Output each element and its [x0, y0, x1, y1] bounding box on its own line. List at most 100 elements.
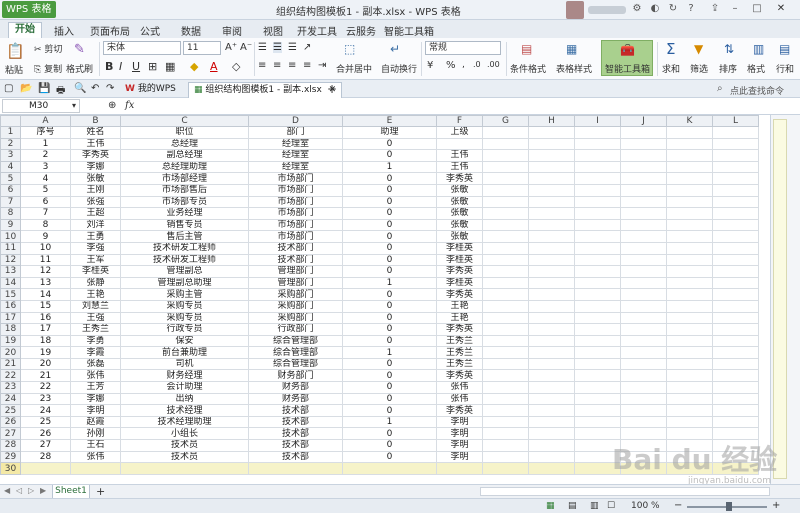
cell[interactable] — [482, 160, 529, 174]
comma-icon[interactable]: , — [462, 60, 465, 70]
cell[interactable] — [20, 462, 71, 475]
column-header[interactable]: L — [712, 115, 759, 127]
cell[interactable]: 综合管理部 — [248, 357, 343, 371]
cell[interactable]: 张敏 — [436, 207, 483, 220]
cell[interactable]: 李桂英 — [436, 241, 483, 255]
table-style-icon[interactable]: ▦ — [566, 42, 577, 56]
cell[interactable]: 0 — [342, 230, 437, 243]
cell[interactable] — [666, 323, 713, 336]
cell[interactable]: 李勇 — [70, 334, 121, 348]
cell[interactable] — [482, 415, 529, 429]
cell[interactable] — [528, 450, 575, 464]
cell[interactable] — [666, 126, 713, 139]
brush-icon[interactable]: ✎ — [74, 42, 85, 57]
cell[interactable]: 0 — [342, 299, 437, 313]
cell[interactable] — [620, 334, 667, 348]
cell[interactable]: 总经理 — [120, 137, 249, 151]
sum-button[interactable]: 求和 — [662, 62, 680, 75]
spreadsheet-grid[interactable]: A B C D E F G H I J K L 1 序号 姓名 职位 部门 助理 上级 2 1 王伟 总经理 经理室 0 3 2 李秀… — [0, 115, 770, 484]
cell[interactable] — [482, 369, 529, 383]
cell[interactable]: 上级 — [436, 126, 483, 139]
cell[interactable]: 王艳 — [70, 288, 121, 301]
format-painter-button[interactable]: 格式刷 — [66, 62, 93, 75]
cell[interactable]: 0 — [342, 439, 437, 452]
cell[interactable] — [574, 149, 621, 162]
cell[interactable]: 李霞 — [70, 346, 121, 359]
cell[interactable] — [120, 462, 249, 475]
page-layout-icon[interactable]: ▤ — [568, 501, 577, 511]
cell[interactable]: 张磊 — [70, 357, 121, 371]
cell[interactable]: 财务部 — [248, 381, 343, 394]
cell[interactable]: 王伟 — [436, 149, 483, 162]
cell[interactable] — [666, 230, 713, 243]
cell[interactable]: 1 — [20, 137, 71, 151]
row-header[interactable]: 25 — [0, 404, 21, 417]
cell[interactable]: 副总经理 — [120, 149, 249, 162]
column-header[interactable]: K — [666, 115, 713, 127]
cell[interactable]: 李秀英 — [436, 369, 483, 383]
cell[interactable]: 张敏 — [436, 183, 483, 197]
cell[interactable]: 王伟 — [436, 160, 483, 174]
cell[interactable]: 采购部门 — [248, 288, 343, 301]
cell[interactable]: 张敏 — [436, 195, 483, 209]
align-center-icon[interactable]: ≡ — [273, 60, 281, 71]
cell[interactable] — [482, 404, 529, 417]
skin-icon[interactable]: ◐ — [648, 2, 662, 16]
column-header[interactable]: J — [620, 115, 667, 127]
cell[interactable]: 19 — [20, 346, 71, 359]
cell[interactable] — [482, 137, 529, 151]
tab-developer[interactable]: 开发工具 — [297, 23, 337, 38]
cell[interactable] — [482, 299, 529, 313]
row-header[interactable]: 10 — [0, 230, 21, 243]
align-middle-icon[interactable]: ☰ — [273, 42, 282, 53]
row-header[interactable]: 5 — [0, 172, 21, 185]
cell[interactable] — [666, 218, 713, 232]
cell[interactable]: 2 — [20, 149, 71, 162]
cell[interactable]: 李秀英 — [436, 323, 483, 336]
sort-button[interactable]: 排序 — [719, 62, 737, 75]
cell[interactable] — [528, 415, 575, 429]
settings-icon[interactable]: ⚙ — [630, 2, 644, 16]
cell[interactable] — [712, 172, 759, 185]
cell[interactable] — [342, 462, 437, 475]
cell[interactable]: 王伟 — [70, 137, 121, 151]
cell[interactable] — [712, 369, 759, 383]
cell[interactable]: 0 — [342, 137, 437, 151]
font-size-select[interactable]: 11 — [183, 41, 221, 55]
row-header[interactable]: 13 — [0, 265, 21, 278]
cell[interactable] — [620, 149, 667, 162]
cell[interactable] — [620, 126, 667, 139]
cell[interactable] — [574, 381, 621, 394]
cell[interactable] — [666, 160, 713, 174]
cell[interactable]: 赵霞 — [70, 415, 121, 429]
cell[interactable] — [528, 241, 575, 255]
percent-button[interactable]: % — [446, 60, 456, 71]
cell[interactable] — [620, 415, 667, 429]
cell[interactable] — [712, 230, 759, 243]
row-header[interactable]: 12 — [0, 253, 21, 267]
cell[interactable] — [620, 160, 667, 174]
cell[interactable] — [482, 126, 529, 139]
row-header[interactable]: 24 — [0, 392, 21, 406]
cell[interactable]: 9 — [20, 230, 71, 243]
cell[interactable] — [712, 253, 759, 267]
cell[interactable] — [712, 126, 759, 139]
rows-columns-icon[interactable]: ▤ — [779, 42, 790, 56]
cell[interactable] — [528, 392, 575, 406]
cell[interactable]: 李桂英 — [436, 253, 483, 267]
cell[interactable]: 李强 — [70, 241, 121, 255]
cell[interactable]: 张伟 — [436, 392, 483, 406]
cell[interactable]: 技术员 — [120, 439, 249, 452]
save-icon[interactable]: 💾 — [38, 83, 50, 94]
cell[interactable]: 孙刚 — [70, 427, 121, 441]
redo-icon[interactable]: ↷ — [106, 83, 114, 94]
cell[interactable]: 技术部 — [248, 450, 343, 464]
row-header[interactable]: 17 — [0, 311, 21, 325]
cell[interactable] — [574, 323, 621, 336]
row-header[interactable]: 6 — [0, 183, 21, 197]
cell[interactable] — [574, 369, 621, 383]
conditional-format-button[interactable]: 条件格式 — [510, 62, 546, 75]
cell[interactable] — [528, 218, 575, 232]
cell[interactable]: 李明 — [436, 439, 483, 452]
cell[interactable]: 综合管理部 — [248, 334, 343, 348]
